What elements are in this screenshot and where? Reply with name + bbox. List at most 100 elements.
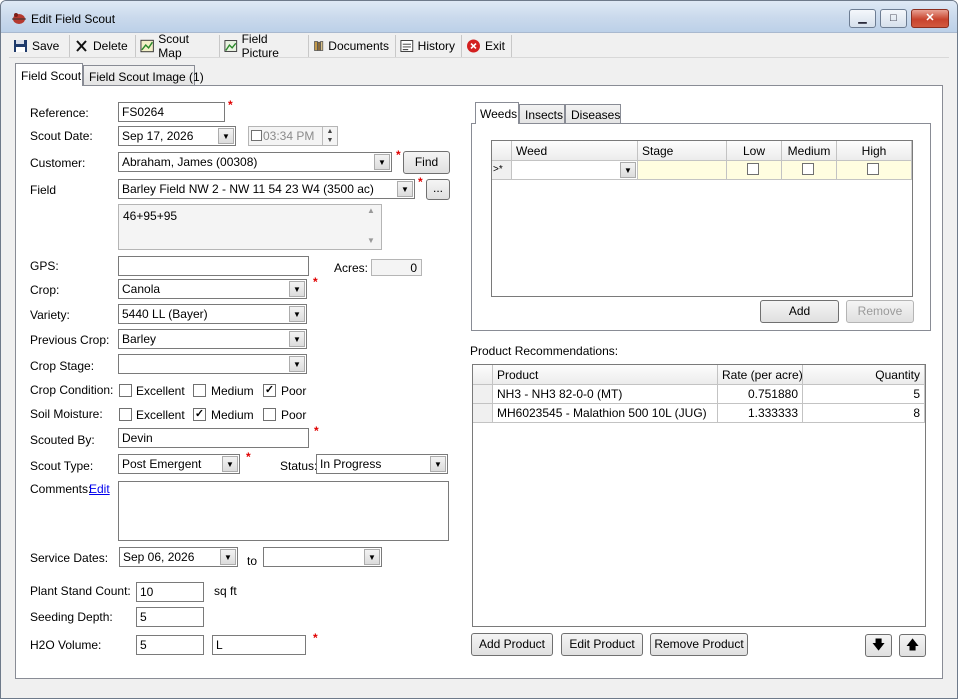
service-date-to-picker[interactable]: ▼ [263, 547, 382, 567]
scout-time-input[interactable]: 03:34 PM ▲ ▼ [248, 126, 338, 146]
find-customer-button[interactable]: Find [403, 151, 450, 174]
chevron-down-icon[interactable]: ▼ [289, 331, 305, 347]
quantity-column-header[interactable]: Quantity [803, 365, 925, 385]
map-icon [140, 39, 154, 53]
time-spinner-icon[interactable]: ▲ ▼ [322, 127, 337, 145]
previous-crop-select[interactable]: Barley ▼ [118, 329, 307, 349]
crop-condition-poor-checkbox[interactable]: ✓ [263, 384, 276, 397]
tab-weeds[interactable]: Weeds [475, 102, 519, 124]
rate-cell[interactable]: 0.751880 [718, 385, 803, 404]
low-column-header[interactable]: Low [727, 141, 782, 161]
status-select[interactable]: In Progress ▼ [316, 454, 448, 474]
picture-icon [224, 40, 238, 52]
minimize-button[interactable]: ▁ [849, 9, 876, 28]
comments-edit-link[interactable]: Edit [89, 482, 110, 496]
rate-cell[interactable]: 1.333333 [718, 404, 803, 423]
weed-column-header[interactable]: Weed [512, 141, 638, 161]
chevron-down-icon[interactable]: ▼ [397, 181, 413, 197]
exit-button[interactable]: Exit [462, 35, 512, 57]
remove-weed-button[interactable]: Remove [846, 300, 914, 323]
row-header[interactable] [473, 404, 493, 423]
tab-diseases[interactable]: Diseases [565, 104, 621, 124]
close-button[interactable]: ✕ [911, 9, 949, 28]
delete-button[interactable]: Delete [70, 35, 136, 57]
move-down-button[interactable]: 🡇 [865, 634, 892, 657]
stage-column-header[interactable]: Stage [638, 141, 727, 161]
comments-textarea[interactable] [118, 481, 449, 541]
chevron-down-icon[interactable]: ▼ [222, 456, 238, 472]
move-up-button[interactable]: 🡅 [899, 634, 926, 657]
variety-select[interactable]: 5440 LL (Bayer) ▼ [118, 304, 307, 324]
product-cell[interactable]: MH6023545 - Malathion 500 10L (JUG) [493, 404, 718, 423]
h2o-volume-input[interactable]: 5 [136, 635, 204, 655]
service-date-from-picker[interactable]: Sep 06, 2026 ▼ [119, 547, 238, 567]
soil-moisture-poor-checkbox[interactable] [263, 408, 276, 421]
soil-moisture-poor-label: Poor [281, 408, 307, 422]
required-marker: * [313, 275, 318, 289]
low-checkbox[interactable] [747, 163, 759, 175]
chevron-down-icon[interactable]: ▼ [289, 306, 305, 322]
stage-cell[interactable] [638, 161, 727, 180]
remove-product-button[interactable]: Remove Product [650, 633, 748, 656]
weed-select-cell[interactable]: ▼ [512, 161, 638, 180]
quantity-cell[interactable]: 5 [803, 385, 925, 404]
scout-date-picker[interactable]: Sep 17, 2026 ▼ [118, 126, 236, 146]
scroll-up-icon[interactable]: ▲ [367, 206, 375, 215]
field-notes-textarea[interactable]: 46+95+95 [118, 204, 382, 250]
crop-stage-select[interactable]: ▼ [118, 354, 307, 374]
tab-field-scout[interactable]: Field Scout [15, 63, 83, 86]
crop-condition-excellent-checkbox[interactable] [119, 384, 132, 397]
field-select[interactable]: Barley Field NW 2 - NW 11 54 23 W4 (3500… [118, 179, 415, 199]
quantity-cell[interactable]: 8 [803, 404, 925, 423]
crop-label: Crop: [30, 283, 60, 297]
soil-moisture-excellent-checkbox[interactable] [119, 408, 132, 421]
medium-checkbox[interactable] [802, 163, 814, 175]
field-browse-button[interactable]: ... [426, 179, 450, 200]
h2o-unit-input[interactable]: L [212, 635, 306, 655]
field-picture-button[interactable]: Field Picture [220, 32, 309, 60]
chevron-down-icon[interactable]: ▼ [374, 154, 390, 170]
add-product-button[interactable]: Add Product [471, 633, 553, 656]
reference-input[interactable]: FS0264 [118, 102, 225, 122]
history-label: History [417, 39, 455, 53]
seeding-depth-input[interactable]: 5 [136, 607, 204, 627]
scout-type-select[interactable]: Post Emergent ▼ [118, 454, 240, 474]
crop-select[interactable]: Canola ▼ [118, 279, 307, 299]
documents-button[interactable]: Documents [309, 35, 396, 57]
calendar-dropdown-icon[interactable]: ▼ [218, 128, 234, 144]
gps-label: GPS: [30, 259, 59, 273]
tab-insects[interactable]: Insects [519, 104, 565, 124]
chevron-down-icon[interactable]: ▼ [289, 356, 305, 372]
history-button[interactable]: History [396, 35, 462, 57]
scroll-down-icon[interactable]: ▼ [367, 236, 375, 245]
previous-crop-value: Barley [122, 332, 157, 346]
chevron-down-icon[interactable]: ▼ [289, 281, 305, 297]
scout-map-button[interactable]: Scout Map [136, 32, 220, 60]
required-marker: * [396, 148, 401, 162]
scouted-by-input[interactable]: Devin [118, 428, 309, 448]
plant-stand-input[interactable]: 10 [136, 582, 204, 602]
chevron-down-icon[interactable]: ▼ [620, 162, 636, 178]
save-button[interactable]: Save [9, 35, 70, 57]
medium-column-header[interactable]: Medium [782, 141, 837, 161]
chevron-down-icon[interactable]: ▼ [430, 456, 446, 472]
product-cell[interactable]: NH3 - NH3 82-0-0 (MT) [493, 385, 718, 404]
high-column-header[interactable]: High [837, 141, 912, 161]
gps-input[interactable] [118, 256, 309, 276]
crop-condition-medium-checkbox[interactable] [193, 384, 206, 397]
high-checkbox[interactable] [867, 163, 879, 175]
rate-column-header[interactable]: Rate (per acre) [718, 365, 803, 385]
product-column-header[interactable]: Product [493, 365, 718, 385]
customer-select[interactable]: Abraham, James (00308) ▼ [118, 152, 392, 172]
maximize-button[interactable]: □ [880, 9, 907, 28]
row-header[interactable] [473, 385, 493, 404]
soil-moisture-medium-checkbox[interactable]: ✓ [193, 408, 206, 421]
product-recommendations-title: Product Recommendations: [470, 344, 619, 358]
calendar-dropdown-icon[interactable]: ▼ [364, 549, 380, 565]
service-date-from-value: Sep 06, 2026 [123, 550, 195, 564]
edit-product-button[interactable]: Edit Product [561, 633, 643, 656]
calendar-dropdown-icon[interactable]: ▼ [220, 549, 236, 565]
time-enable-checkbox[interactable] [251, 130, 262, 141]
add-weed-button[interactable]: Add [760, 300, 839, 323]
tab-field-scout-image[interactable]: Field Scout Image (1) [83, 65, 204, 86]
